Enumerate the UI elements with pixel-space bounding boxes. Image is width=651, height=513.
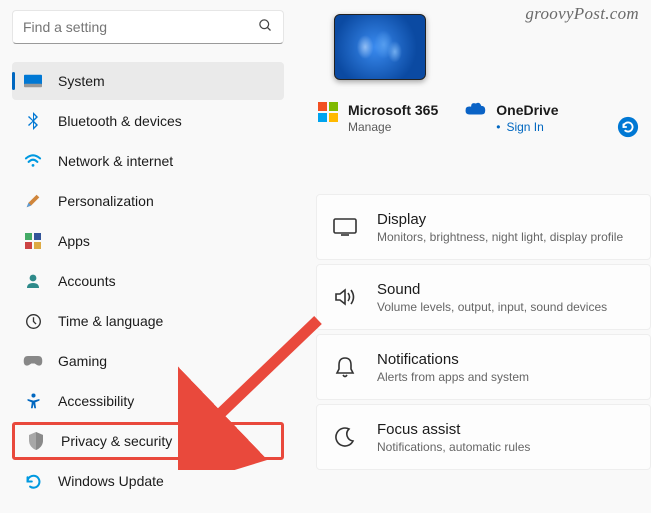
display-icon [331, 213, 359, 241]
sidebar-item-time-language[interactable]: Time & language [12, 302, 284, 340]
monitor-icon [22, 70, 44, 92]
sidebar-item-label: Accounts [58, 273, 116, 289]
setting-title: Display [377, 211, 623, 228]
sidebar-item-label: Accessibility [58, 393, 134, 409]
sidebar-item-label: Bluetooth & devices [58, 113, 182, 129]
search-box[interactable] [12, 10, 284, 44]
setting-desc: Alerts from apps and system [377, 370, 529, 384]
sidebar-item-privacy-security[interactable]: Privacy & security [12, 422, 284, 460]
sidebar-item-system[interactable]: System [12, 62, 284, 100]
sidebar-item-apps[interactable]: Apps [12, 222, 284, 260]
setting-card-display[interactable]: Display Monitors, brightness, night ligh… [316, 194, 651, 260]
user-thumbnail[interactable] [334, 14, 426, 80]
main-panel: Microsoft 365 Manage OneDrive Sign In [290, 0, 651, 513]
sidebar-item-label: Privacy & security [61, 433, 172, 449]
sidebar-item-label: Personalization [58, 193, 154, 209]
account-row: Microsoft 365 Manage OneDrive Sign In [318, 102, 651, 134]
sidebar-item-label: Windows Update [58, 473, 164, 489]
sidebar-item-label: System [58, 73, 105, 89]
setting-card-sound[interactable]: Sound Volume levels, output, input, soun… [316, 264, 651, 330]
sidebar-item-label: Time & language [58, 313, 163, 329]
update-icon [22, 470, 44, 492]
watermark: groovyPost.com [525, 4, 639, 24]
sync-icon[interactable] [617, 116, 639, 141]
sidebar-item-accessibility[interactable]: Accessibility [12, 382, 284, 420]
search-icon [258, 18, 273, 36]
settings-list: Display Monitors, brightness, night ligh… [316, 194, 651, 470]
bell-icon [331, 353, 359, 381]
onedrive-icon [464, 102, 486, 119]
sidebar-item-personalization[interactable]: Personalization [12, 182, 284, 220]
setting-desc: Notifications, automatic rules [377, 440, 530, 454]
ms365-sub[interactable]: Manage [348, 120, 438, 134]
clock-icon [22, 310, 44, 332]
sidebar-list: System Bluetooth & devices Network & int… [12, 62, 284, 500]
setting-desc: Volume levels, output, input, sound devi… [377, 300, 607, 314]
search-input[interactable] [23, 19, 258, 35]
onedrive-signin[interactable]: Sign In [496, 120, 558, 134]
sidebar-item-accounts[interactable]: Accounts [12, 262, 284, 300]
sidebar-item-network[interactable]: Network & internet [12, 142, 284, 180]
setting-card-notifications[interactable]: Notifications Alerts from apps and syste… [316, 334, 651, 400]
sidebar-item-label: Apps [58, 233, 90, 249]
setting-title: Notifications [377, 351, 529, 368]
setting-title: Focus assist [377, 421, 530, 438]
setting-title: Sound [377, 281, 607, 298]
wifi-icon [22, 150, 44, 172]
brush-icon [22, 190, 44, 212]
moon-icon [331, 423, 359, 451]
person-icon [22, 270, 44, 292]
microsoft-logo-icon [318, 102, 338, 122]
onedrive-title: OneDrive [496, 102, 558, 118]
ms365-title: Microsoft 365 [348, 102, 438, 118]
bluetooth-icon [22, 110, 44, 132]
sidebar-item-label: Gaming [58, 353, 107, 369]
sidebar-item-label: Network & internet [58, 153, 173, 169]
accessibility-icon [22, 390, 44, 412]
sidebar-item-windows-update[interactable]: Windows Update [12, 462, 284, 500]
onedrive-tile[interactable]: OneDrive Sign In [464, 102, 558, 134]
sidebar-item-bluetooth[interactable]: Bluetooth & devices [12, 102, 284, 140]
shield-icon [25, 430, 47, 452]
gamepad-icon [22, 350, 44, 372]
sidebar-item-gaming[interactable]: Gaming [12, 342, 284, 380]
sidebar: System Bluetooth & devices Network & int… [0, 0, 290, 513]
apps-icon [22, 230, 44, 252]
setting-desc: Monitors, brightness, night light, displ… [377, 230, 623, 244]
sound-icon [331, 283, 359, 311]
ms365-tile[interactable]: Microsoft 365 Manage [318, 102, 438, 134]
setting-card-focus-assist[interactable]: Focus assist Notifications, automatic ru… [316, 404, 651, 470]
